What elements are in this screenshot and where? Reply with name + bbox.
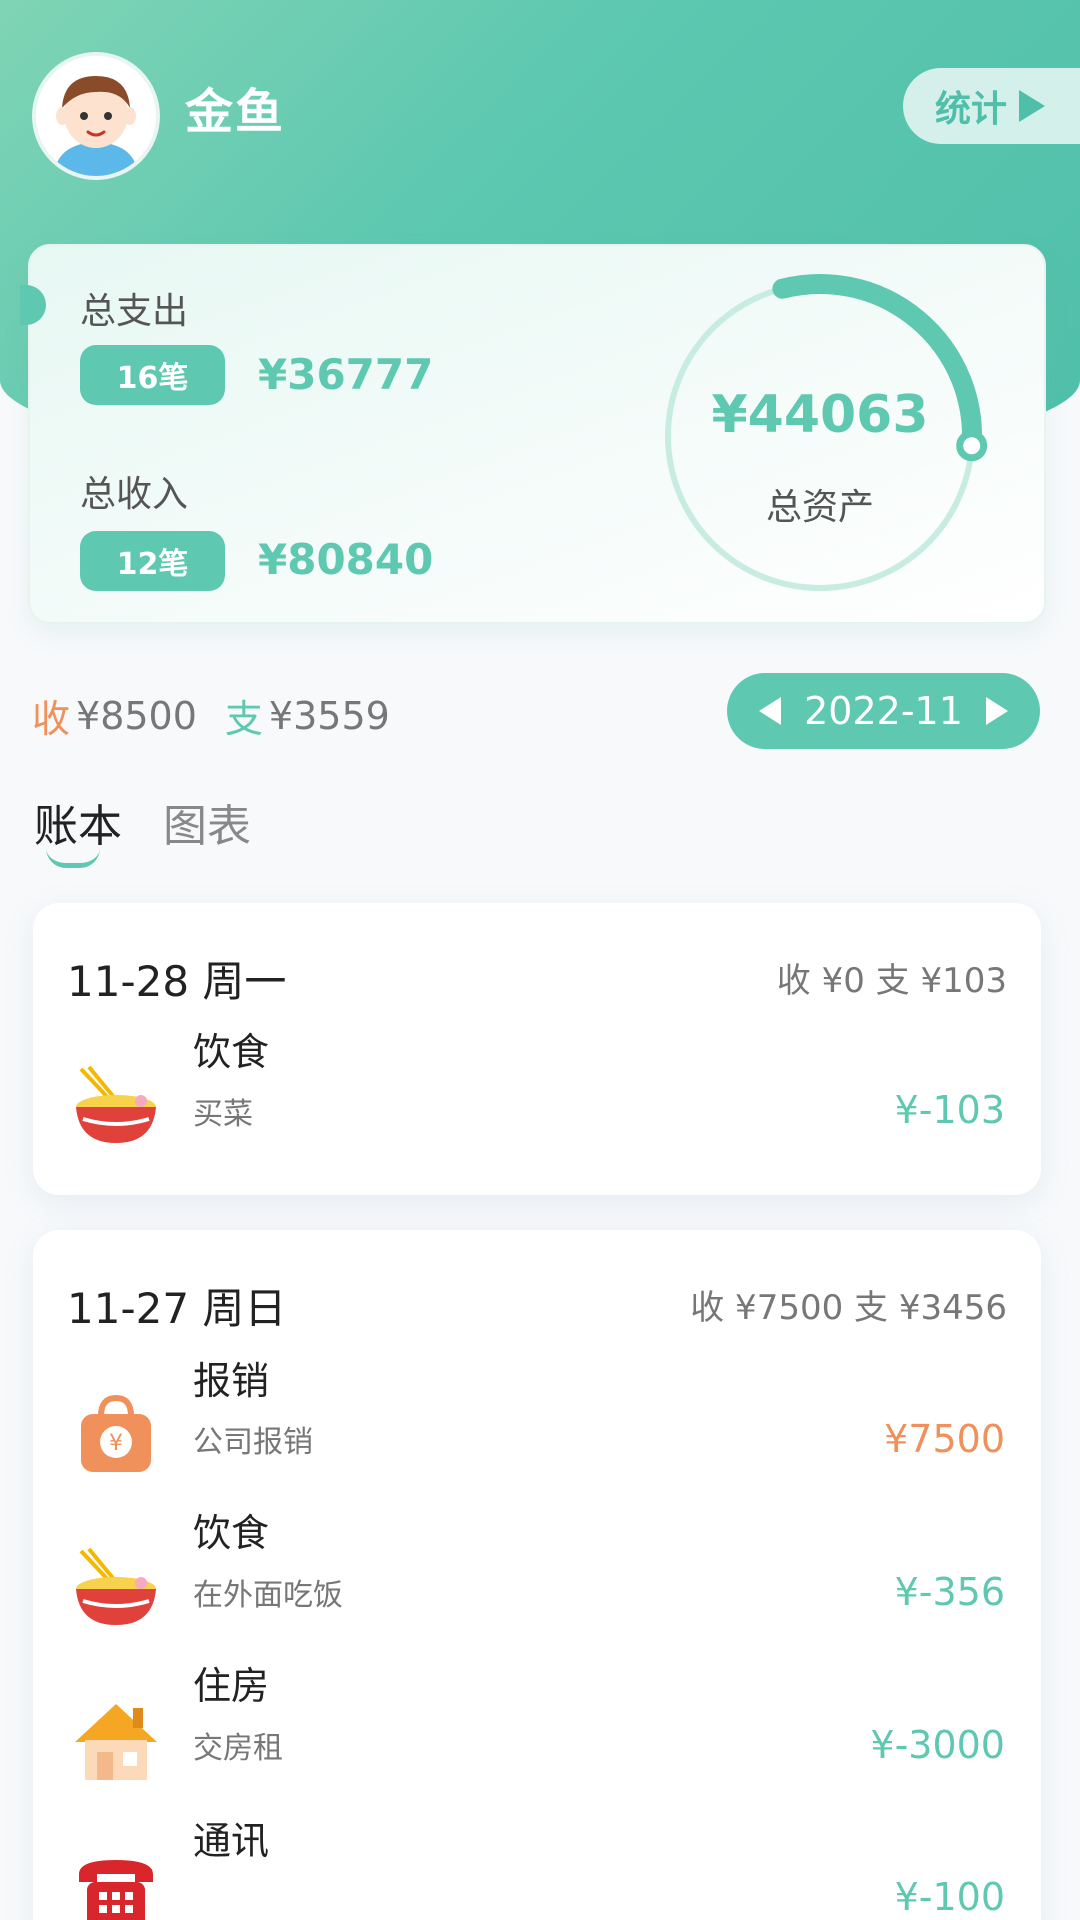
svg-text:¥: ¥ [109,1431,123,1456]
next-month-icon[interactable] [986,697,1008,725]
money-bag-icon: ¥ [73,1392,159,1478]
tab-chart[interactable]: 图表 [163,790,251,854]
day-card: 11-28 周一 收 ¥0 支 ¥103 饮食 买菜 ¥-103 [33,903,1041,1195]
active-tab-indicator [46,848,100,868]
month-expense-prefix: 支 [224,697,263,741]
record-amount: ¥7500 [884,1417,1005,1461]
total-asset-label: 总资产 [765,487,874,528]
month-income-value: ¥8500 [76,693,197,738]
record-note: 交房租 [193,1731,283,1766]
user-name: 金鱼 [185,84,286,140]
play-arrow-icon [1019,90,1046,122]
month-summary: 收 ¥8500 支 ¥3559 [32,688,390,743]
stats-label: 统计 [935,89,1008,130]
expense-count-badge: 16笔 [80,345,225,405]
record-category: 住房 [193,1664,270,1708]
total-expense-amount: ¥36777 [258,350,434,399]
avatar-boy-icon [36,56,156,176]
record-note: 在外面吃饭 [193,1578,343,1613]
telephone-icon [73,1852,159,1920]
total-income-label: 总收入 [80,474,189,515]
record-category: 报销 [193,1359,270,1403]
stats-button[interactable]: 统计 [903,68,1080,144]
month-picker: 2022-11 [727,673,1040,749]
total-expense-label: 总支出 [80,291,189,332]
day-card: 11-27 周日 收 ¥7500 支 ¥3456 ¥ 报销 公司报销 ¥7500 [33,1230,1041,1920]
total-income-amount: ¥80840 [258,535,434,584]
day-date: 11-28 周一 [67,957,287,1006]
income-count-badge: 12笔 [80,531,225,591]
record-amount: ¥-100 [894,1875,1005,1919]
record-category: 通讯 [193,1819,270,1863]
day-date: 11-27 周日 [67,1284,287,1333]
record-category: 饮食 [193,1511,270,1555]
noodle-bowl-icon [73,1063,159,1149]
record-amount: ¥-3000 [870,1723,1005,1767]
record-amount: ¥-103 [894,1088,1005,1132]
tab-ledger[interactable]: 账本 [34,790,122,854]
day-summary: 收 ¥0 支 ¥103 [776,961,1007,1001]
previous-month-icon[interactable] [759,697,781,725]
avatar[interactable] [32,52,160,180]
total-asset-value: ¥44063 [711,385,929,445]
house-icon [73,1698,159,1784]
record-category: 饮食 [193,1030,270,1074]
noodle-bowl-icon [73,1545,159,1631]
day-summary: 收 ¥7500 支 ¥3456 [690,1288,1007,1328]
record-note: 公司报销 [193,1425,313,1460]
current-month[interactable]: 2022-11 [804,689,963,733]
record-amount: ¥-356 [894,1570,1005,1614]
month-expense-value: ¥3559 [268,693,390,738]
record-note: 买菜 [193,1097,253,1132]
month-income-prefix: 收 [32,697,71,741]
